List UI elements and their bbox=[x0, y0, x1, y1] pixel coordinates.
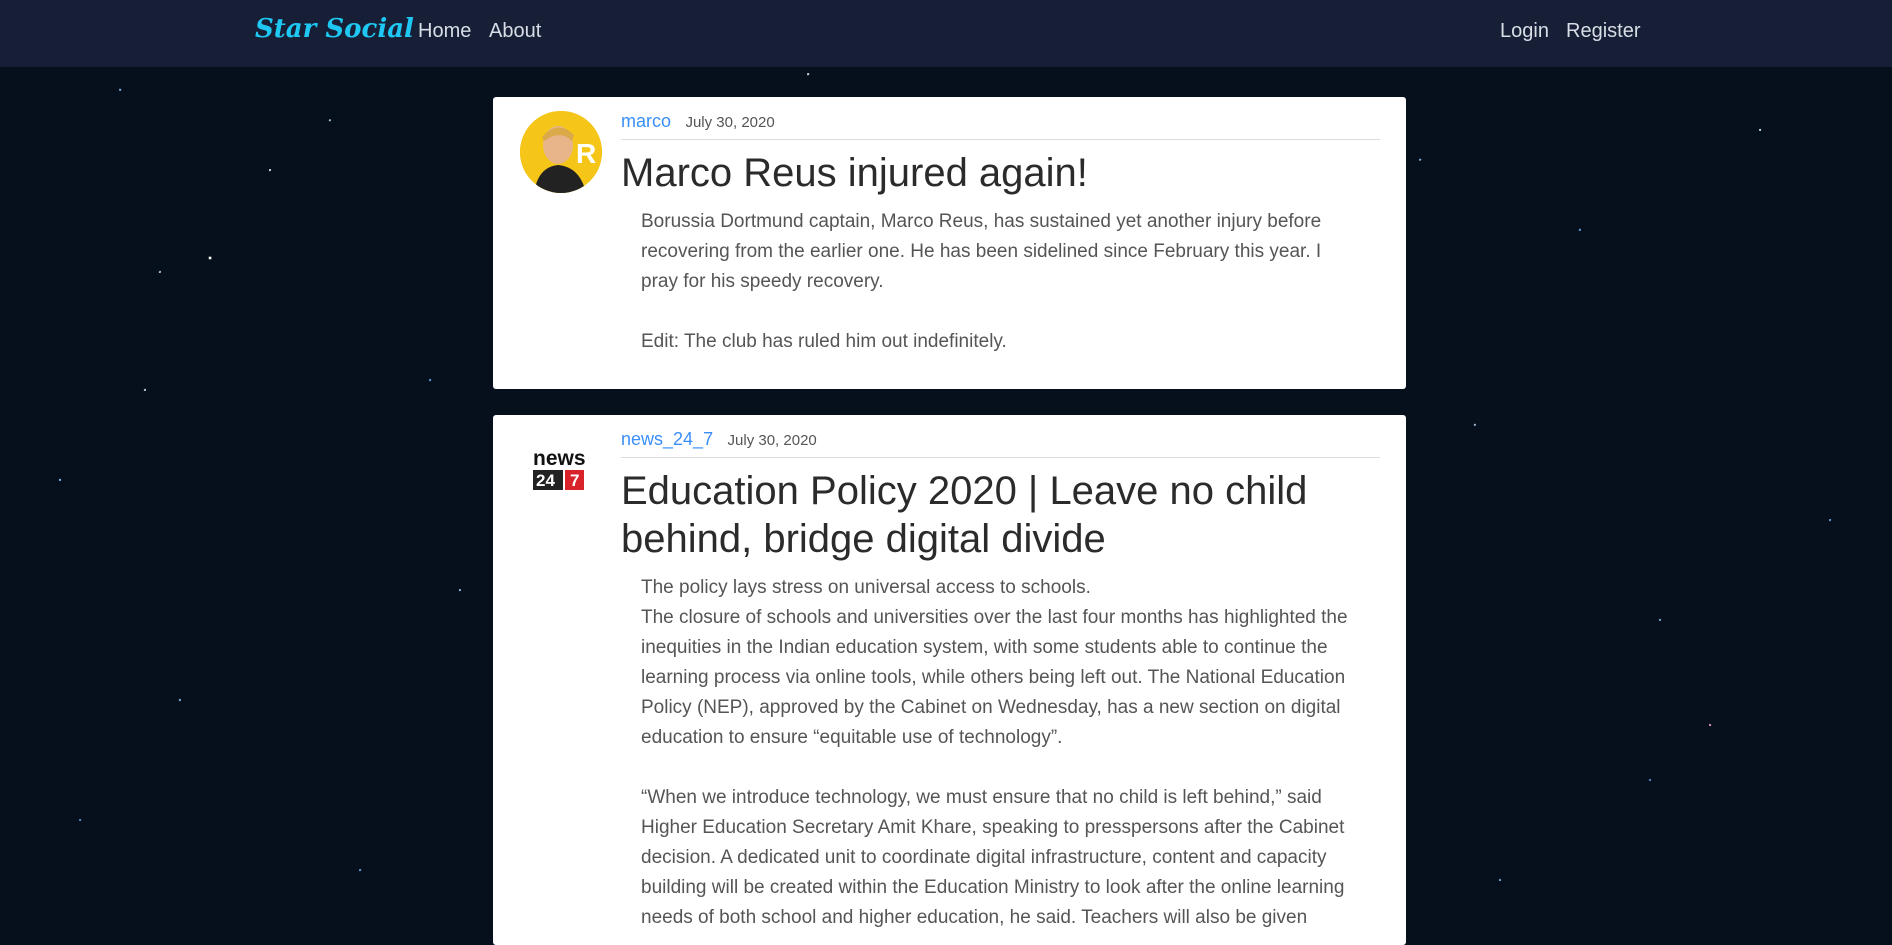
nav-login-link[interactable]: Login bbox=[1500, 20, 1549, 43]
post-date: July 30, 2020 bbox=[685, 114, 775, 131]
player-photo-icon: R bbox=[520, 111, 602, 193]
post-meta: marco July 30, 2020 bbox=[621, 111, 1380, 140]
player-photo-avatar[interactable]: R bbox=[520, 111, 602, 193]
post-card: news 24 7 news_24_7 July 30, 2020 Educat… bbox=[493, 415, 1406, 945]
post-username-link[interactable]: news_24_7 bbox=[621, 429, 713, 449]
nav-about-link[interactable]: About bbox=[489, 20, 541, 43]
svg-text:7: 7 bbox=[570, 471, 579, 490]
post-date: July 30, 2020 bbox=[727, 432, 817, 449]
brand-logo[interactable]: Star Social bbox=[255, 14, 414, 44]
svg-text:news: news bbox=[533, 447, 586, 470]
news247-logo-avatar[interactable]: news 24 7 bbox=[520, 429, 602, 511]
post-username-link[interactable]: marco bbox=[621, 111, 671, 131]
post-body: The policy lays stress on universal acce… bbox=[641, 577, 1348, 928]
nav-home-link[interactable]: Home bbox=[418, 20, 471, 43]
news247-logo-icon: news 24 7 bbox=[533, 447, 586, 490]
svg-text:24: 24 bbox=[536, 471, 555, 490]
post-meta: news_24_7 July 30, 2020 bbox=[621, 429, 1380, 458]
top-navbar: Star Social Home About Login Register bbox=[0, 0, 1892, 67]
post-title: Education Policy 2020 | Leave no child b… bbox=[621, 469, 1308, 561]
post-card: R marco July 30, 2020 Marco Reus injured… bbox=[493, 97, 1406, 389]
post-title: Marco Reus injured again! bbox=[621, 151, 1088, 195]
svg-text:R: R bbox=[576, 138, 596, 169]
post-body: Borussia Dortmund captain, Marco Reus, h… bbox=[641, 211, 1322, 352]
nav-register-link[interactable]: Register bbox=[1566, 20, 1640, 43]
